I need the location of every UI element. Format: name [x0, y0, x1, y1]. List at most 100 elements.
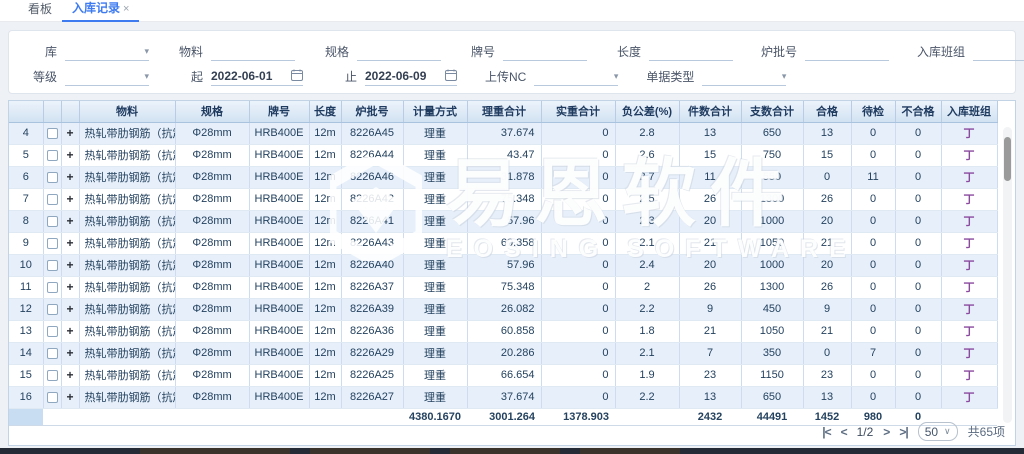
cell-tolerance: 1.9	[615, 364, 679, 386]
table-row[interactable]: 10+热轧带肋钢筋（抗震）Φ28mmHRB400E12m8226A40理重57.…	[9, 254, 997, 276]
expand-row-button[interactable]: +	[66, 368, 73, 382]
table-row[interactable]: 9+热轧带肋钢筋（抗震）Φ28mmHRB400E12m8226A43理重60.8…	[9, 232, 997, 254]
row-checkbox[interactable]	[47, 216, 58, 227]
column-header-theo[interactable]: 理重合计	[467, 101, 541, 122]
expand-row-button[interactable]: +	[66, 192, 73, 206]
cell-spec: Φ28mm	[175, 276, 249, 298]
table-row[interactable]: 16+热轧带肋钢筋（抗震）Φ28mmHRB400E12m8226A27理重37.…	[9, 386, 997, 408]
cell-unqualified: 0	[895, 210, 941, 232]
expand-row-button[interactable]: +	[66, 236, 73, 250]
expand-row-button[interactable]: +	[66, 148, 73, 162]
cell-pieces: 21	[679, 232, 741, 254]
filter-input[interactable]	[649, 42, 733, 61]
column-header-pieces[interactable]: 件数合计	[679, 101, 741, 122]
column-header-batch[interactable]: 炉批号	[341, 101, 403, 122]
row-checkbox[interactable]	[47, 348, 58, 359]
table-row[interactable]: 15+热轧带肋钢筋（抗震）Φ28mmHRB400E12m8226A25理重66.…	[9, 364, 997, 386]
page-size-value: 50	[925, 425, 938, 439]
column-header-pending[interactable]: 待检	[851, 101, 895, 122]
table-row[interactable]: 6+热轧带肋钢筋（抗震）Φ28mmHRB400E12m8226A46理重31.8…	[9, 166, 997, 188]
row-checkbox[interactable]	[47, 326, 58, 337]
column-header-bars[interactable]: 支数合计	[741, 101, 803, 122]
cell-team: 丁	[941, 122, 997, 144]
row-checkbox[interactable]	[47, 260, 58, 271]
table-row[interactable]: 13+热轧带肋钢筋（抗震）Φ28mmHRB400E12m8226A36理重60.…	[9, 320, 997, 342]
filter-select[interactable]: ▾	[973, 42, 1024, 61]
scrollbar-thumb[interactable]	[1004, 137, 1011, 181]
tab-dashboard[interactable]: 看板	[18, 0, 62, 21]
table-row[interactable]: 11+热轧带肋钢筋（抗震）Φ28mmHRB400E12m8226A37理重75.…	[9, 276, 997, 298]
column-header-material[interactable]: 物料	[79, 101, 175, 122]
row-checkbox[interactable]	[47, 238, 58, 249]
filter-select[interactable]: ▾	[65, 67, 149, 86]
filter-select[interactable]: ▾	[534, 67, 618, 86]
calendar-icon[interactable]	[445, 69, 457, 84]
prev-page-button[interactable]: <	[841, 425, 847, 439]
column-header-grade[interactable]: 牌号	[249, 101, 309, 122]
expand-row-button[interactable]: +	[66, 346, 73, 360]
tab-close-icon[interactable]: ×	[123, 3, 129, 15]
next-page-button[interactable]: >	[883, 425, 889, 439]
column-header-actual[interactable]: 实重合计	[541, 101, 615, 122]
cell-material: 热轧带肋钢筋（抗震）	[79, 386, 175, 408]
date-input[interactable]: 2022-06-09	[365, 67, 457, 86]
column-header-team[interactable]: 入库班组	[941, 101, 997, 122]
row-checkbox[interactable]	[47, 370, 58, 381]
filter-input[interactable]	[503, 42, 587, 61]
expand-row-button[interactable]: +	[66, 280, 73, 294]
cell-qualified: 13	[803, 122, 851, 144]
date-input[interactable]: 2022-06-01	[211, 67, 303, 86]
expand-row-button[interactable]: +	[66, 214, 73, 228]
cell-batch: 8226A36	[341, 320, 403, 342]
column-header-tolerance[interactable]: 负公差(%)	[615, 101, 679, 122]
cell-method: 理重	[403, 188, 467, 210]
row-checkbox[interactable]	[47, 172, 58, 183]
expand-row-button[interactable]: +	[66, 258, 73, 272]
filter-select[interactable]: ▾	[702, 67, 786, 86]
cell-batch: 8226A46	[341, 166, 403, 188]
cell-grade: HRB400E	[249, 386, 309, 408]
column-header-spec[interactable]: 规格	[175, 101, 249, 122]
pagination-bar: |< < 1/2 > >| 50∨ 共65项	[822, 422, 1005, 441]
expand-row-button[interactable]: +	[66, 390, 73, 404]
table-row[interactable]: 14+热轧带肋钢筋（抗震）Φ28mmHRB400E12m8226A29理重20.…	[9, 342, 997, 364]
column-header-unqualified[interactable]: 不合格	[895, 101, 941, 122]
row-checkbox[interactable]	[47, 282, 58, 293]
row-checkbox[interactable]	[47, 392, 58, 403]
row-checkbox[interactable]	[47, 150, 58, 161]
table-row[interactable]: 8+热轧带肋钢筋（抗震）Φ28mmHRB400E12m8226A41理重57.9…	[9, 210, 997, 232]
filter-input[interactable]	[805, 42, 889, 61]
expand-row-button[interactable]: +	[66, 302, 73, 316]
column-header-qualified[interactable]: 合格	[803, 101, 851, 122]
cell-material: 热轧带肋钢筋（抗震）	[79, 232, 175, 254]
cell-batch: 8226A45	[341, 122, 403, 144]
column-header-method[interactable]: 计量方式	[403, 101, 467, 122]
row-checkbox[interactable]	[47, 128, 58, 139]
table-row[interactable]: 4+热轧带肋钢筋（抗震）Φ28mmHRB400E12m8226A45理重37.6…	[9, 122, 997, 144]
cell-unqualified: 0	[895, 166, 941, 188]
tab-inbound-records[interactable]: 入库记录×	[62, 0, 139, 22]
filter-select[interactable]: ▾	[65, 42, 149, 61]
expand-row-button[interactable]: +	[66, 126, 73, 140]
column-header-empty	[9, 101, 43, 122]
expand-row-button[interactable]: +	[66, 324, 73, 338]
column-header-length[interactable]: 长度	[309, 101, 341, 122]
table-row[interactable]: 5+热轧带肋钢筋（抗震）Φ28mmHRB400E12m8226A44理重43.4…	[9, 144, 997, 166]
filter-input[interactable]	[357, 42, 441, 61]
filter-input[interactable]	[211, 42, 295, 61]
first-page-button[interactable]: |<	[822, 425, 830, 439]
total-no	[9, 408, 43, 425]
filter-label: 上传NC	[485, 68, 526, 85]
cell-tolerance: 2.1	[615, 342, 679, 364]
cell-spec: Φ28mm	[175, 320, 249, 342]
page-size-select[interactable]: 50∨	[918, 422, 958, 441]
row-checkbox[interactable]	[47, 194, 58, 205]
table-row[interactable]: 12+热轧带肋钢筋（抗震）Φ28mmHRB400E12m8226A39理重26.…	[9, 298, 997, 320]
last-page-button[interactable]: >|	[899, 425, 907, 439]
row-checkbox[interactable]	[47, 304, 58, 315]
vertical-scrollbar[interactable]	[1003, 127, 1012, 423]
column-header-empty	[61, 101, 79, 122]
expand-row-button[interactable]: +	[66, 170, 73, 184]
calendar-icon[interactable]	[291, 69, 303, 84]
table-row[interactable]: 7+热轧带肋钢筋（抗震）Φ28mmHRB400E12m8226A42理重75.3…	[9, 188, 997, 210]
